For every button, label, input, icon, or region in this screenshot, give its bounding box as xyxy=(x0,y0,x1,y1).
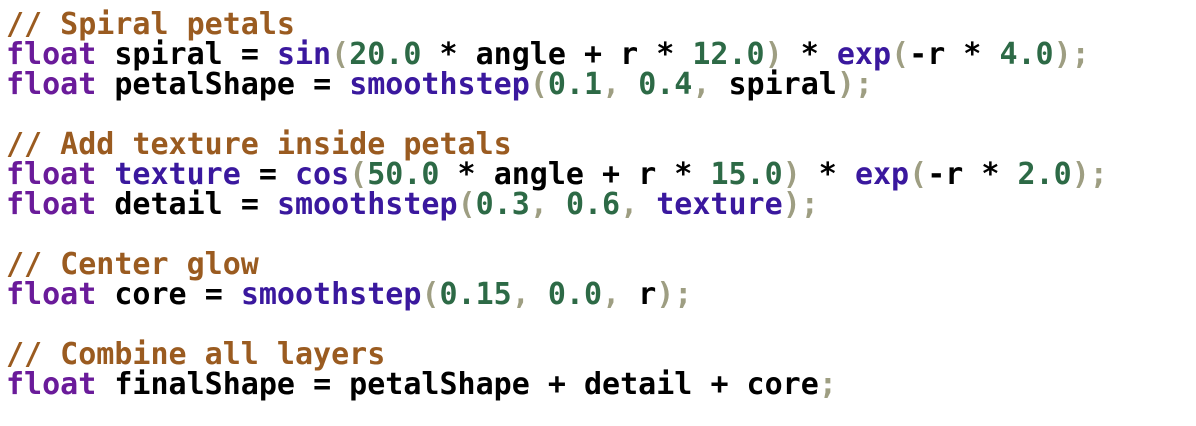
code-punctuation: , xyxy=(692,67,729,102)
code-identifier: r xyxy=(927,37,946,72)
code-punctuation: ( xyxy=(909,157,928,192)
code-line[interactable]: float finalShape = petalShape + detail +… xyxy=(6,370,1196,400)
code-line[interactable]: float detail = smoothstep(0.3, 0.6, text… xyxy=(6,190,1196,220)
code-keyword: float xyxy=(6,67,97,102)
code-line[interactable]: // Spiral petals xyxy=(6,10,1196,40)
code-line[interactable]: // Add texture inside petals xyxy=(6,130,1196,160)
code-punctuation: ( xyxy=(457,187,476,222)
code-function: exp xyxy=(854,157,910,192)
code-operator: + xyxy=(547,367,566,402)
code-punctuation: , xyxy=(529,187,566,222)
code-identifier: detail xyxy=(565,367,711,402)
code-number: 0.6 xyxy=(565,187,621,222)
code-punctuation: ( xyxy=(891,37,910,72)
code-identifier: petalShape xyxy=(331,367,548,402)
code-keyword: float xyxy=(6,277,97,312)
code-operator: = xyxy=(313,67,332,102)
code-punctuation: , xyxy=(602,277,639,312)
code-line[interactable]: float spiral = sin(20.0 * angle + r * 12… xyxy=(6,40,1196,70)
code-punctuation: ); xyxy=(1053,37,1090,72)
code-number: 0.4 xyxy=(638,67,693,102)
code-identifier: petalShape xyxy=(96,67,314,102)
code-punctuation: ( xyxy=(529,67,548,102)
code-function: smoothstep xyxy=(240,277,422,312)
code-number: 0.0 xyxy=(547,277,603,312)
code-line[interactable]: float core = smoothstep(0.15, 0.0, r); xyxy=(6,280,1196,310)
code-identifier: spiral xyxy=(728,67,837,102)
code-line[interactable]: float petalShape = smoothstep(0.1, 0.4, … xyxy=(6,70,1196,100)
code-line[interactable]: // Center glow xyxy=(6,250,1196,280)
code-punctuation: ( xyxy=(421,277,440,312)
code-line[interactable] xyxy=(6,100,1196,130)
code-punctuation: , xyxy=(511,277,548,312)
code-punctuation: , xyxy=(602,67,639,102)
code-line[interactable]: float texture = cos(50.0 * angle + r * 1… xyxy=(6,160,1196,190)
code-identifier: r xyxy=(638,277,657,312)
code-identifier: finalShape xyxy=(96,367,314,402)
code-operator: * xyxy=(945,37,1000,72)
code-lines: // Spiral petals float spiral = sin(20.0 … xyxy=(6,10,1196,400)
code-function: texture xyxy=(656,187,783,222)
code-number: 0.1 xyxy=(547,67,603,102)
code-operator: = xyxy=(313,367,332,402)
code-operator: = xyxy=(240,187,259,222)
code-line[interactable] xyxy=(6,310,1196,340)
code-identifier: detail xyxy=(96,187,241,222)
code-punctuation: ; xyxy=(818,367,837,402)
code-punctuation: ); xyxy=(836,67,873,102)
code-identifier xyxy=(331,67,349,102)
code-punctuation: ); xyxy=(782,187,819,222)
code-editor[interactable]: // Spiral petals float spiral = sin(20.0 … xyxy=(0,0,1196,426)
code-number: 2.0 xyxy=(1017,157,1072,192)
code-identifier: r xyxy=(945,157,964,192)
code-operator: - xyxy=(909,37,928,72)
code-line[interactable] xyxy=(6,220,1196,250)
code-number: 4.0 xyxy=(999,37,1054,72)
code-identifier xyxy=(223,277,241,312)
code-identifier xyxy=(259,187,277,222)
code-identifier: core xyxy=(728,367,819,402)
code-punctuation: ); xyxy=(656,277,693,312)
code-operator: = xyxy=(204,277,223,312)
code-identifier: core xyxy=(96,277,205,312)
code-punctuation: , xyxy=(620,187,657,222)
code-keyword: float xyxy=(6,187,97,222)
code-number: 0.3 xyxy=(475,187,530,222)
code-number: 0.15 xyxy=(439,277,512,312)
code-operator: + xyxy=(710,367,729,402)
code-function: smoothstep xyxy=(276,187,458,222)
code-keyword: float xyxy=(6,367,97,402)
code-line[interactable]: // Combine all layers xyxy=(6,340,1196,370)
code-function: smoothstep xyxy=(349,67,530,102)
code-punctuation: ); xyxy=(1071,157,1108,192)
code-operator: * xyxy=(963,157,1018,192)
code-operator: - xyxy=(927,157,946,192)
